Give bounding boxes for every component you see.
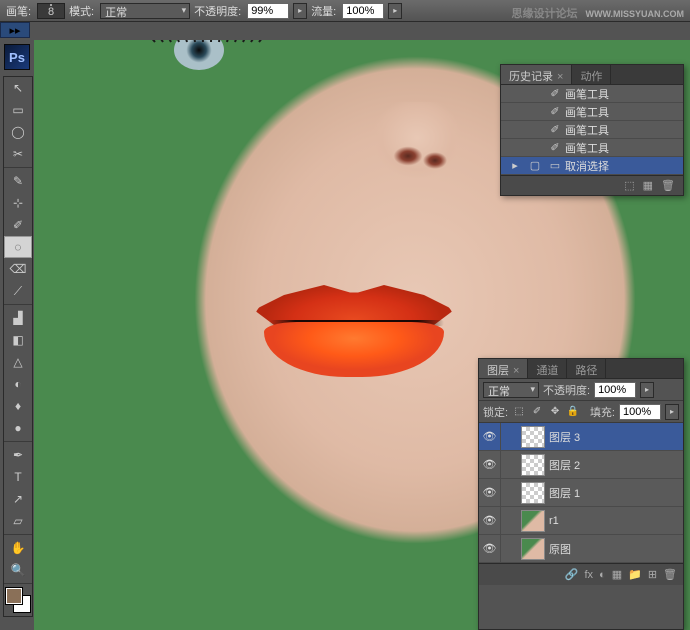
- visibility-icon[interactable]: 👁: [479, 423, 501, 450]
- layer-blend-dropdown[interactable]: 正常: [483, 382, 539, 398]
- tool-0[interactable]: ↖: [4, 77, 32, 99]
- tab-layers[interactable]: 图层×: [479, 359, 528, 378]
- history-row[interactable]: ▸▢▭取消选择: [501, 157, 683, 175]
- lock-pixels-icon[interactable]: ✐: [530, 405, 544, 419]
- opacity-label: 不透明度:: [194, 3, 241, 19]
- image-nose: [372, 102, 462, 192]
- layer-opacity-input[interactable]: [594, 382, 636, 398]
- tool-5[interactable]: ⊹: [4, 192, 32, 214]
- flow-label: 流量:: [311, 3, 336, 19]
- layer-thumb: [521, 510, 545, 532]
- layer-opacity-arrow[interactable]: ▸: [640, 382, 654, 398]
- tool-20[interactable]: ✋: [4, 537, 32, 559]
- history-row[interactable]: ✐画笔工具: [501, 103, 683, 121]
- layers-panel: 图层× 通道 路径 正常 不透明度: ▸ 锁定: ⬚ ✐ ✥ 🔒 填充: ▸ 👁…: [478, 358, 684, 630]
- tool-10[interactable]: ▟: [4, 307, 32, 329]
- fill-arrow[interactable]: ▸: [665, 404, 679, 420]
- visibility-icon[interactable]: 👁: [479, 507, 501, 534]
- opacity-arrow[interactable]: ▸: [293, 3, 307, 19]
- tool-9[interactable]: ⟋: [4, 280, 32, 302]
- tool-4[interactable]: ✎: [4, 170, 32, 192]
- tool-8[interactable]: ⌫: [4, 258, 32, 280]
- visibility-icon[interactable]: 👁: [479, 535, 501, 562]
- flow-input[interactable]: [342, 3, 384, 19]
- tool-13[interactable]: ◐: [4, 373, 32, 395]
- layers-footer-icon[interactable]: 📁: [628, 568, 642, 581]
- layer-thumb: [521, 454, 545, 476]
- history-panel: 历史记录× 动作 ✐画笔工具✐画笔工具✐画笔工具✐画笔工具▸▢▭取消选择 ⬚▦🗑: [500, 64, 684, 196]
- tool-1[interactable]: ▭: [4, 99, 32, 121]
- tab-actions[interactable]: 动作: [572, 65, 611, 84]
- history-footer-icon[interactable]: ⬚: [624, 179, 634, 192]
- layer-row[interactable]: 👁r1: [479, 507, 683, 535]
- tool-14[interactable]: ♦: [4, 395, 32, 417]
- layers-footer-icon[interactable]: ◐: [599, 569, 606, 581]
- tool-16[interactable]: ✒: [4, 444, 32, 466]
- history-row[interactable]: ✐画笔工具: [501, 85, 683, 103]
- layers-footer-icon[interactable]: ⊞: [648, 568, 657, 581]
- tool-11[interactable]: ◧: [4, 329, 32, 351]
- tool-21[interactable]: 🔍: [4, 559, 32, 581]
- tool-17[interactable]: T: [4, 466, 32, 488]
- visibility-icon[interactable]: 👁: [479, 479, 501, 506]
- layer-row[interactable]: 👁图层 1: [479, 479, 683, 507]
- tool-12[interactable]: △: [4, 351, 32, 373]
- layer-row[interactable]: 👁图层 3: [479, 423, 683, 451]
- fill-label: 填充:: [590, 404, 615, 420]
- layer-opacity-label: 不透明度:: [543, 382, 590, 398]
- image-eye: [154, 40, 264, 90]
- blend-mode-dropdown[interactable]: 正常: [100, 3, 190, 19]
- tool-6[interactable]: ✐: [4, 214, 32, 236]
- history-row[interactable]: ✐画笔工具: [501, 121, 683, 139]
- layers-footer-icon[interactable]: ▦: [612, 568, 622, 581]
- flow-arrow[interactable]: ▸: [388, 3, 402, 19]
- history-row[interactable]: ✐画笔工具: [501, 139, 683, 157]
- toolbox: ↖▭◯✂ ✎⊹✐◌⌫⟋ ▟◧△◐♦● ✒T↗▱ ✋🔍: [3, 76, 33, 617]
- layers-footer-icon[interactable]: fx: [584, 569, 593, 581]
- ps-logo-icon: Ps: [4, 44, 30, 70]
- lock-label: 锁定:: [483, 404, 508, 420]
- watermark: 思缘设计论坛WWW.MISSYUAN.COM: [512, 4, 685, 21]
- tool-7[interactable]: ◌: [4, 236, 32, 258]
- layer-thumb: [521, 482, 545, 504]
- tab-paths[interactable]: 路径: [567, 359, 606, 378]
- color-swatch[interactable]: [6, 588, 30, 612]
- mode-label: 模式:: [69, 3, 94, 19]
- tool-19[interactable]: ▱: [4, 510, 32, 532]
- layer-row[interactable]: 👁原图: [479, 535, 683, 563]
- fg-color[interactable]: [6, 588, 22, 604]
- layer-thumb: [521, 426, 545, 448]
- fill-input[interactable]: [619, 404, 661, 420]
- tool-15[interactable]: ●: [4, 417, 32, 439]
- layers-footer-icon[interactable]: 🗑: [663, 568, 677, 581]
- tool-3[interactable]: ✂: [4, 143, 32, 165]
- tool-18[interactable]: ↗: [4, 488, 32, 510]
- tool-2[interactable]: ◯: [4, 121, 32, 143]
- history-footer-icon[interactable]: ▦: [643, 179, 653, 192]
- lock-position-icon[interactable]: ✥: [548, 405, 562, 419]
- layer-thumb: [521, 538, 545, 560]
- opacity-input[interactable]: [247, 3, 289, 19]
- tab-channels[interactable]: 通道: [528, 359, 567, 378]
- layers-footer-icon[interactable]: 🔗: [565, 568, 579, 581]
- lock-all-icon[interactable]: 🔒: [566, 405, 580, 419]
- history-footer-icon[interactable]: 🗑: [661, 179, 675, 192]
- app-tab-icon[interactable]: ▸▸: [0, 22, 30, 38]
- visibility-icon[interactable]: 👁: [479, 451, 501, 478]
- lock-transparency-icon[interactable]: ⬚: [512, 405, 526, 419]
- brush-label: 画笔:: [6, 3, 31, 19]
- brush-preview[interactable]: 8: [37, 3, 65, 19]
- layer-row[interactable]: 👁图层 2: [479, 451, 683, 479]
- image-lips: [234, 270, 474, 390]
- tab-history[interactable]: 历史记录×: [501, 65, 572, 84]
